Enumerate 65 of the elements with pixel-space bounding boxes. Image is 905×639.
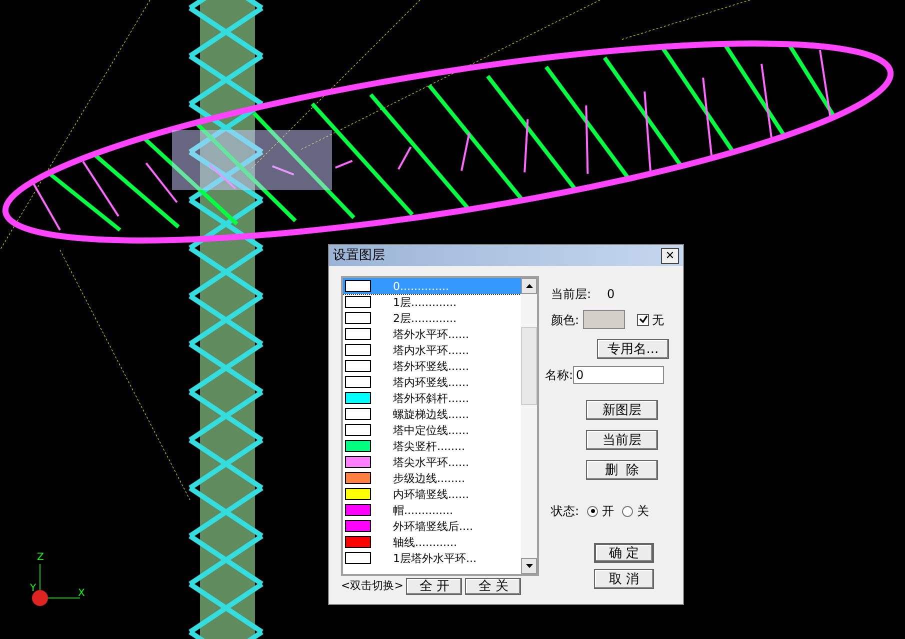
layer-name: 1层............. [393,296,456,308]
current-layer-label: 当前层: [551,286,592,303]
layer-name: 塔外环斜杆...... [393,392,469,404]
layer-name: 塔外水平环...... [393,328,469,340]
all-on-button[interactable]: 全 开 [406,578,462,595]
state-radio[interactable] [622,506,634,516]
layer-item[interactable]: 塔内水平环...... [343,342,521,358]
x-axis-label: X [78,587,85,601]
current-layer-value: 0 [607,286,615,303]
layer-item[interactable]: 外环墙竖线后.... [343,518,521,534]
layer-name: 2层............. [393,312,456,324]
state-option-label: 关 [637,503,650,520]
layer-name: 塔外环竖线...... [393,360,469,372]
layer-item[interactable]: 塔内环竖线...... [343,374,521,390]
y-axis-label: Y [30,582,36,596]
state-radio[interactable] [587,506,598,516]
layer-item[interactable]: 塔中定位线...... [343,422,521,438]
scroll-down-icon[interactable] [521,558,537,574]
layer-name: 0.............. [393,280,449,292]
all-off-button[interactable]: 全 关 [465,578,522,595]
layer-item[interactable]: 2层............. [343,310,521,326]
layer-item[interactable]: 塔外环竖线...... [343,358,521,374]
layer-name: 步级边线........ [393,472,465,484]
window-title: 设置图层 [333,246,385,265]
layer-item[interactable]: 塔外环斜杆...... [343,390,521,406]
scroll-thumb[interactable] [521,327,537,405]
layer-name: 塔中定位线...... [393,424,469,436]
toggle-hint: <双击切换> [341,578,404,594]
name-field[interactable]: 0 [573,366,664,384]
layer-name: 外环墙竖线后.... [393,520,473,532]
layer-name: 螺旋梯边线...... [393,408,469,420]
none-checkbox[interactable] [637,314,650,326]
set-current-button[interactable]: 当前层 [586,430,658,450]
layer-item[interactable]: 步级边线........ [343,470,521,486]
layer-item[interactable]: 1层............. [343,294,521,310]
state-option-label: 开 [602,503,614,520]
layer-name: 塔尖水平环...... [393,456,469,468]
layer-item[interactable]: 轴线............ [343,534,521,550]
layer-item[interactable]: 螺旋梯边线...... [343,406,521,422]
scroll-up-icon[interactable] [521,278,537,294]
new-layer-button[interactable]: 新图层 [586,400,658,420]
layer-item[interactable]: 塔外水平环...... [343,326,521,342]
state-label: 状态: [551,503,580,520]
ok-button[interactable]: 确 定 [594,543,654,563]
layer-item[interactable]: 内环墙竖线...... [343,486,521,502]
layer-item[interactable]: 帽.............. [343,502,521,518]
layer-name: 轴线............ [393,536,457,548]
cancel-button[interactable]: 取 消 [594,569,654,589]
layer-item[interactable]: 1层塔外水平环... [343,550,521,566]
color-swatch[interactable] [583,310,626,329]
layer-item[interactable]: 塔尖竖杆........ [343,438,521,454]
layer-name: 1层塔外水平环... [393,552,476,564]
delete-button[interactable]: 删 除 [586,460,658,480]
name-label: 名称: [545,367,574,384]
color-label: 颜色: [551,312,580,328]
special-name-button[interactable]: 专用名... [597,339,669,359]
close-button[interactable]: ✕ [661,248,679,264]
none-label: 无 [652,312,664,328]
layer-name: 内环墙竖线...... [393,488,469,500]
layer-name: 塔尖竖杆........ [393,440,465,452]
layer-name: 塔内水平环...... [393,344,469,356]
z-axis-label: Z [37,551,44,565]
layer-item[interactable]: 塔尖水平环...... [343,454,521,470]
layer-name: 帽.............. [393,504,453,516]
layer-name: 塔内环竖线...... [393,376,469,388]
